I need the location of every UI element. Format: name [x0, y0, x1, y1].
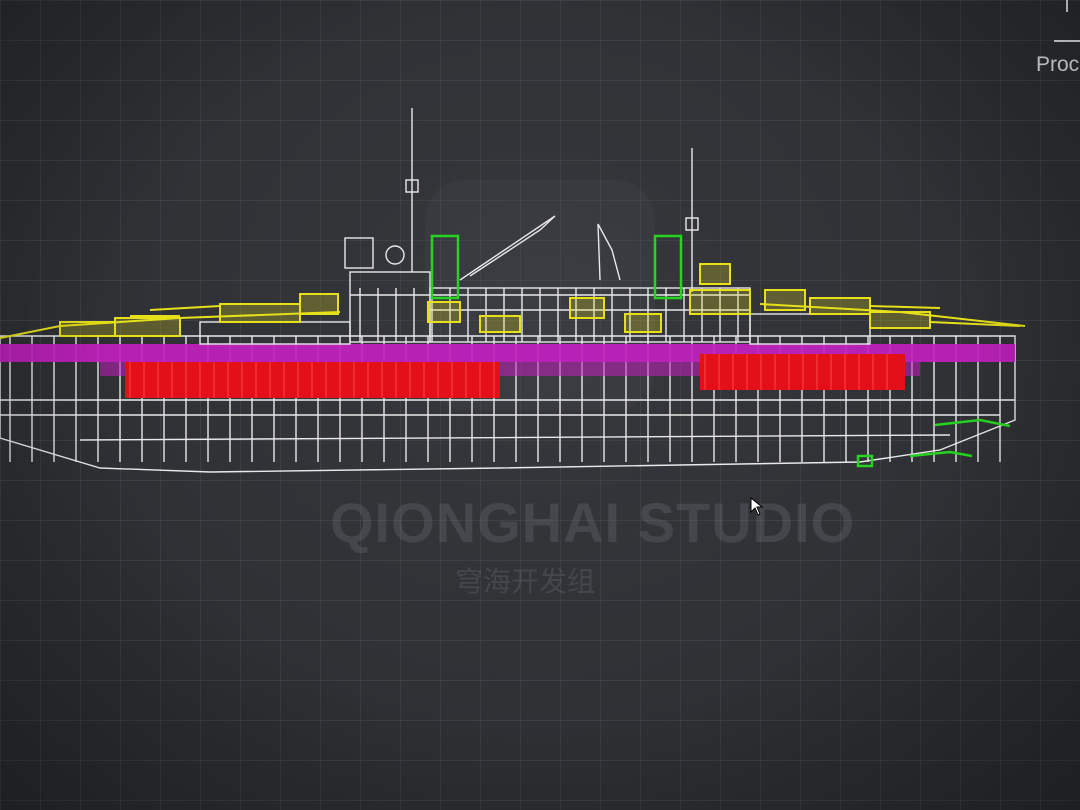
watermark-studio-name-cn: 穹海开发组: [455, 565, 596, 598]
panel-divider: [1054, 40, 1080, 42]
properties-panel-label[interactable]: Proc: [1036, 50, 1080, 80]
gun-turrets[interactable]: [0, 263, 1026, 339]
arrow-cursor-icon: [750, 497, 764, 516]
panel-divider: [1066, 0, 1080, 12]
ship-wireframe-model[interactable]: [0, 100, 1080, 480]
watermark-studio-name: QIONGHAI STUDIO: [330, 491, 856, 554]
